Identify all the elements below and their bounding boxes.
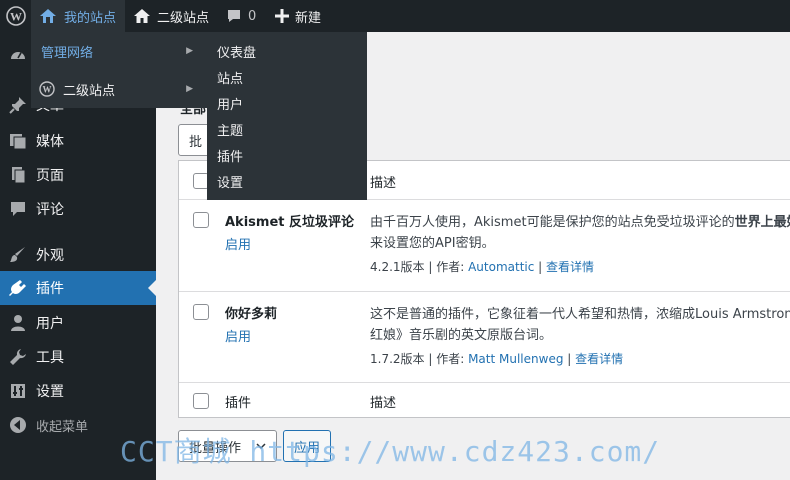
- svg-text:W: W: [43, 85, 52, 95]
- my-sites-label: 我的站点: [64, 10, 117, 26]
- plugin-description: 这不是普通的插件，它象征着一代人希望和热情，浓缩成Louis Armstrong: [370, 307, 790, 322]
- media-icon: [0, 132, 36, 150]
- submenu-users[interactable]: 用户: [217, 90, 243, 116]
- wordpress-logo-icon[interactable]: W: [0, 0, 31, 32]
- meta-separator: |: [563, 352, 576, 366]
- subsite-label: 二级站点: [63, 83, 116, 99]
- new-content-menu[interactable]: 新建: [267, 0, 321, 32]
- sidebar-item-pages[interactable]: 页面: [0, 158, 156, 192]
- network-admin-submenu: 仪表盘 站点 用户 主题 插件 设置: [207, 32, 367, 200]
- comment-bubble-icon: [228, 10, 240, 22]
- table-row: 你好多莉 启用 这不是普通的插件，它象征着一代人希望和热情，浓缩成Louis A…: [179, 292, 790, 382]
- submenu-arrow-icon: ▶: [186, 46, 193, 56]
- description-bold: 世界上最好: [734, 215, 790, 230]
- plugin-name: 你好多莉: [225, 307, 278, 322]
- sidebar-item-label: 页面: [36, 168, 64, 184]
- sidebar-item-label: 用户: [36, 316, 64, 332]
- plugin-version: 1.7.2版本: [370, 352, 425, 366]
- author-label: 作者:: [436, 260, 469, 274]
- plugin-meta: 1.7.2版本 | 作者: Matt Mullenweg | 查看详情: [370, 350, 623, 367]
- view-details-link[interactable]: 查看详情: [546, 260, 594, 274]
- plugin-meta: 4.2.1版本 | 作者: Automattic | 查看详情: [370, 258, 594, 275]
- author-link[interactable]: Automattic: [468, 260, 534, 274]
- plugin-description: 由千百万人使用，Akismet可能是保护您的站点免受垃圾评论的世界上最好: [370, 211, 790, 230]
- view-details-link[interactable]: 查看详情: [575, 352, 623, 366]
- submenu-themes[interactable]: 主题: [217, 116, 243, 142]
- activate-link[interactable]: 启用: [225, 234, 251, 253]
- plugin-version: 4.2.1版本: [370, 260, 425, 274]
- column-footer-description: 描述: [370, 396, 397, 411]
- sidebar-item-plugins[interactable]: 插件: [0, 271, 156, 305]
- my-sites-menu[interactable]: 我的站点: [31, 0, 125, 32]
- sidebar-item-label: 设置: [36, 384, 64, 400]
- table-row: Akismet 反垃圾评论 启用 由千百万人使用，Akismet可能是保护您的站…: [179, 200, 790, 291]
- brush-icon: [0, 246, 36, 264]
- home-icon: [134, 9, 150, 23]
- network-admin-item[interactable]: 管理网络 ▶: [31, 32, 207, 70]
- select-all-checkbox-footer[interactable]: [193, 393, 209, 409]
- meta-separator: |: [534, 260, 546, 274]
- sidebar-item-tools[interactable]: 工具: [0, 340, 156, 374]
- submenu-dashboard[interactable]: 仪表盘: [217, 38, 256, 64]
- sidebar-item-label: 收起菜单: [36, 419, 89, 435]
- table-footer: 插件 描述: [179, 383, 790, 419]
- user-icon: [0, 314, 36, 332]
- svg-text:W: W: [10, 10, 22, 24]
- comment-icon: [0, 200, 36, 218]
- meta-separator: |: [424, 260, 437, 274]
- row-checkbox[interactable]: [193, 212, 209, 228]
- author-link[interactable]: Matt Mullenweg: [468, 352, 563, 366]
- sidebar-item-settings[interactable]: 设置: [0, 374, 156, 408]
- comments-menu[interactable]: 0: [220, 0, 256, 32]
- submenu-plugins[interactable]: 插件: [217, 142, 243, 168]
- description-text: 由千百万人使用，Akismet可能是保护您的站点免受垃圾评论的: [370, 215, 735, 230]
- site-name-label: 二级站点: [157, 10, 210, 26]
- sidebar-item-label: 外观: [36, 248, 64, 264]
- page-icon: [0, 166, 36, 184]
- site-name-menu[interactable]: 二级站点: [125, 0, 209, 32]
- my-sites-dropdown: 管理网络 ▶ W 二级站点 ▶: [31, 32, 207, 108]
- meta-separator: |: [424, 352, 437, 366]
- author-label: 作者:: [436, 352, 469, 366]
- submenu-sites[interactable]: 站点: [217, 64, 243, 90]
- sidebar-item-users[interactable]: 用户: [0, 306, 156, 340]
- sidebar-item-label: 媒体: [36, 134, 64, 150]
- plugin-name: Akismet 反垃圾评论: [225, 215, 355, 230]
- sidebar-item-label: 评论: [36, 202, 64, 218]
- collapse-icon: [0, 416, 36, 434]
- subsite-item[interactable]: W 二级站点 ▶: [31, 70, 207, 108]
- sidebar-item-comments[interactable]: 评论: [0, 192, 156, 226]
- plugin-description-line2: 红娘》音乐剧的英文原版台词。: [370, 328, 553, 343]
- submenu-arrow-icon: ▶: [186, 84, 193, 94]
- sidebar-item-label: 工具: [36, 350, 64, 366]
- plus-icon: [275, 9, 289, 23]
- network-admin-label: 管理网络: [41, 45, 94, 61]
- activate-link[interactable]: 启用: [225, 326, 251, 345]
- sidebar-item-label: 插件: [36, 281, 64, 297]
- wordpress-logo-icon: W: [39, 81, 55, 97]
- wrench-icon: [0, 348, 36, 366]
- row-checkbox[interactable]: [193, 304, 209, 320]
- new-label: 新建: [295, 10, 322, 26]
- settings-icon: [0, 382, 36, 400]
- sidebar-item-appearance[interactable]: 外观: [0, 238, 156, 272]
- submenu-settings[interactable]: 设置: [217, 168, 243, 194]
- admin-bar: W 我的站点 二级站点 0 新建: [0, 0, 790, 32]
- column-header-description: 描述: [370, 176, 397, 191]
- column-footer-plugin: 插件: [225, 396, 252, 411]
- current-menu-arrow: [148, 280, 156, 296]
- watermark-text: CCT商城 https://www.cdz423.com/: [120, 435, 661, 468]
- plugin-description-line2: 来设置您的API密钥。: [370, 236, 495, 251]
- comments-count: 0: [248, 8, 257, 24]
- plugin-icon: [0, 279, 36, 297]
- network-icon: [40, 9, 56, 23]
- sidebar-item-media[interactable]: 媒体: [0, 124, 156, 158]
- bulk-actions-top-label: 批: [189, 134, 203, 150]
